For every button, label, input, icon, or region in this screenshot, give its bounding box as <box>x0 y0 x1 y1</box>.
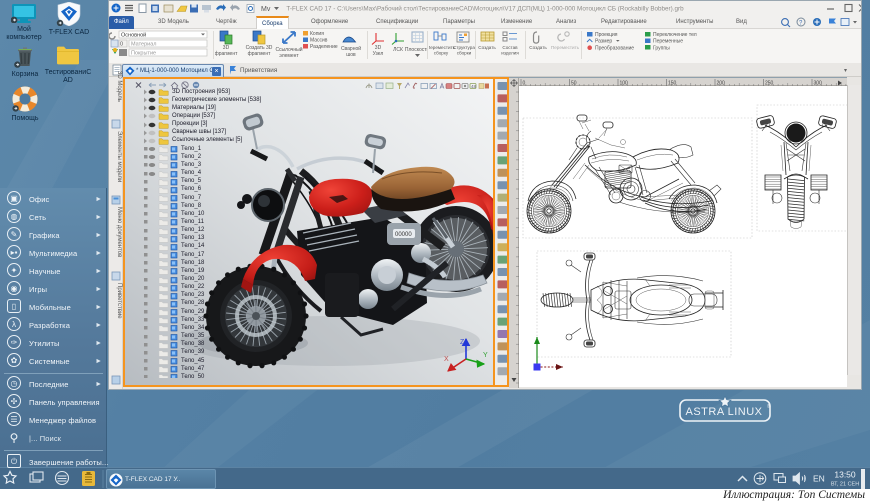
svg-text:00000: 00000 <box>395 232 412 238</box>
svg-text:Состав: Состав <box>502 45 518 50</box>
svg-text:Mv: Mv <box>261 6 271 13</box>
svg-text:Массив: Массив <box>310 38 328 44</box>
svg-text:шов: шов <box>346 52 356 58</box>
svg-text:0: 0 <box>120 42 123 48</box>
svg-text:Материал: Материал <box>131 42 157 48</box>
svg-text:Структура: Структура <box>453 45 475 50</box>
svg-text:T-FLEX CAD 17 - C:\Users\Max\Р: T-FLEX CAD 17 - C:\Users\Max\Рабочий сто… <box>286 5 684 13</box>
svg-text:фрагмент: фрагмент <box>215 51 238 57</box>
svg-text:EN: EN <box>813 474 825 484</box>
svg-text:300: 300 <box>814 81 823 87</box>
svg-text:100: 100 <box>620 81 629 87</box>
svg-text:13:50: 13:50 <box>834 470 856 480</box>
svg-text:Z: Z <box>460 339 465 346</box>
svg-text:Проекция: Проекция <box>595 32 618 38</box>
svg-text:Сварной: Сварной <box>341 45 361 52</box>
svg-text:Преобразование: Преобразование <box>595 46 634 52</box>
svg-text:250: 250 <box>765 81 774 87</box>
svg-text:X: X <box>444 356 449 363</box>
svg-text:Узел: Узел <box>373 51 384 57</box>
svg-text:Ссылочный: Ссылочный <box>275 46 302 53</box>
svg-text:Переместить: Переместить <box>429 45 456 50</box>
svg-text:Создать: Создать <box>529 45 547 50</box>
svg-text:Группы: Группы <box>653 46 670 52</box>
svg-text:сборку: сборку <box>434 51 449 56</box>
svg-text:фрагмент: фрагмент <box>248 51 271 57</box>
svg-text:50: 50 <box>571 81 577 87</box>
svg-text:0: 0 <box>523 81 526 87</box>
svg-text:®: ® <box>767 403 771 410</box>
svg-text:Копия: Копия <box>310 31 324 37</box>
svg-text:ASTRA LINUX: ASTRA LINUX <box>685 406 762 418</box>
svg-text:Разделение: Разделение <box>310 44 338 50</box>
svg-text:Создать: Создать <box>478 45 496 50</box>
svg-text:сборки: сборки <box>457 51 472 56</box>
svg-text:изделия: изделия <box>501 51 519 56</box>
svg-text:Y: Y <box>483 352 488 359</box>
svg-text:Переместить: Переместить <box>551 45 580 50</box>
svg-text:Переключение тел: Переключение тел <box>653 32 697 38</box>
svg-text:Размер: Размер <box>595 39 612 45</box>
svg-text:ВТ, 21 СЕН: ВТ, 21 СЕН <box>831 482 859 488</box>
svg-text:элемент: элемент <box>279 53 299 59</box>
svg-text:200: 200 <box>717 81 726 87</box>
svg-text:Покрытие: Покрытие <box>131 51 156 57</box>
svg-text:Плоскость: Плоскость <box>405 47 427 53</box>
svg-text:48: 48 <box>471 84 477 89</box>
svg-text:ЛСК: ЛСК <box>393 47 403 53</box>
svg-text:Переменные: Переменные <box>653 39 683 45</box>
svg-text:150: 150 <box>668 81 677 87</box>
svg-text:Основной: Основной <box>121 32 146 39</box>
